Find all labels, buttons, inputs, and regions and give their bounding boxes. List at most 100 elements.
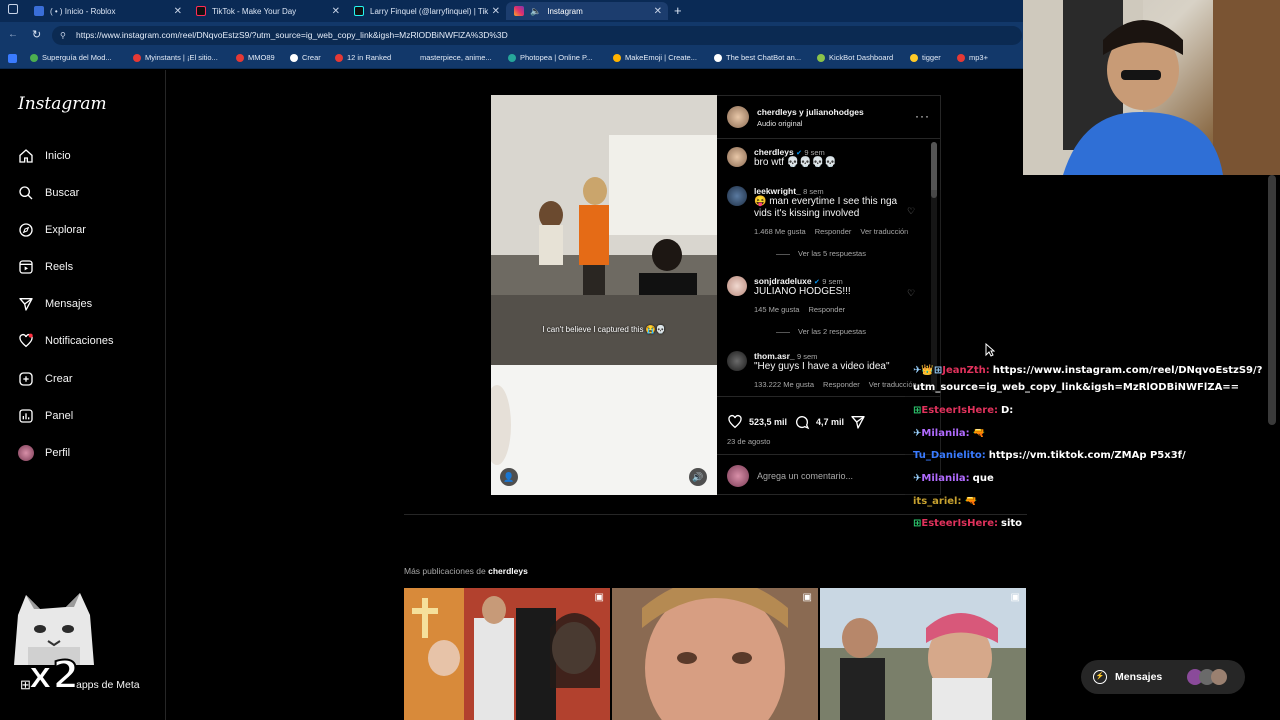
divider (776, 331, 790, 333)
post-authors[interactable]: cherdleys y julianohodges (757, 107, 864, 117)
more-post-thumbnail[interactable]: ▣ (612, 588, 818, 720)
bookmark[interactable]: KickBot Dashboard (817, 53, 893, 62)
bookmark[interactable]: MMO89 (236, 53, 275, 62)
tab-larry[interactable]: Larry Finquel (@larryfinquel) | Tik ✕ (346, 2, 506, 20)
tab-actions-icon[interactable] (8, 4, 18, 14)
comment-username[interactable]: leekwright_ (754, 186, 801, 196)
comment-username[interactable]: thom.asr_ (754, 351, 795, 361)
avatar[interactable] (727, 351, 747, 371)
mute-icon[interactable]: 🔊 (689, 468, 707, 486)
bookmark-favicon-icon (957, 53, 965, 62)
sidebar-item-buscar[interactable]: Buscar (18, 183, 79, 203)
sidebar-item-crear[interactable]: Crear (18, 369, 73, 389)
chat-text: 🔫 (972, 428, 986, 439)
messages-floating-button[interactable]: ⚡ Mensajes (1081, 660, 1245, 694)
reload-icon[interactable]: ↻ (32, 28, 41, 41)
divider (776, 253, 790, 255)
comment-action[interactable]: 4,7 mil (794, 414, 844, 430)
send-icon (19, 298, 33, 311)
comment-username[interactable]: sonjdradeluxe (754, 276, 812, 286)
instagram-logo[interactable]: Instagram (18, 94, 107, 114)
post-date: 23 de agosto (727, 437, 771, 446)
more-post-thumbnail[interactable]: ▣ (404, 588, 610, 720)
bookmark[interactable]: 12 in Ranked (335, 53, 391, 62)
badge-icon: ✈👑⊞ (913, 365, 943, 376)
reels-icon: ▣ (594, 592, 604, 603)
reply-button[interactable]: Responder (815, 227, 852, 236)
back-icon[interactable]: ← (8, 29, 18, 40)
comment-likes[interactable]: 133.222 Me gusta (754, 380, 814, 389)
close-tab-icon[interactable]: ✕ (174, 6, 182, 17)
comment-count: 4,7 mil (816, 417, 845, 427)
bookmark[interactable]: mp3+ (957, 53, 988, 62)
avatar[interactable] (727, 276, 747, 296)
close-tab-icon[interactable]: ✕ (492, 6, 500, 17)
bookmark-label: Photopea | Online P... (520, 53, 593, 62)
bookmark[interactable]: Crear (290, 53, 321, 62)
author-avatar[interactable] (727, 106, 749, 128)
more-post-thumbnail[interactable]: ▣ (820, 588, 1026, 720)
divider (404, 514, 1027, 515)
comment-likes[interactable]: 1.468 Me gusta (754, 227, 806, 236)
chat-username: Tu_Danielito: (913, 450, 986, 461)
bookmark[interactable]: Myinstants | ¡El sitio... (133, 53, 218, 62)
multiplier-badge: x2 (27, 652, 80, 698)
more-posts-username[interactable]: cherdleys (488, 566, 528, 576)
tab-label: Larry Finquel (@larryfinquel) | Tik (370, 6, 489, 16)
translate-button[interactable]: Ver traducción (860, 227, 908, 236)
sidebar-item-perfil[interactable]: Perfil (18, 443, 70, 463)
bookmark-label: Superguía del Mod... (42, 53, 112, 62)
tagged-users-icon[interactable]: 👤 (500, 468, 518, 486)
close-tab-icon[interactable]: ✕ (654, 6, 662, 17)
avatar[interactable] (727, 147, 747, 167)
new-tab-button[interactable]: + (674, 3, 682, 18)
tab-instagram[interactable]: 🔈 Instagram ✕ (506, 2, 668, 20)
reply-button[interactable]: Responder (823, 380, 860, 389)
sidebar-item-notificaciones[interactable]: Notificaciones (18, 331, 113, 351)
comment-username[interactable]: cherdleys (754, 147, 794, 157)
comment-input[interactable]: Agrega un comentario... (757, 471, 853, 481)
bookmark[interactable]: The best ChatBot an... (714, 53, 801, 62)
thumbnail-image (612, 588, 818, 720)
sidebar-item-panel[interactable]: Panel (18, 406, 73, 426)
bookmark[interactable]: Superguía del Mod... (30, 53, 112, 62)
cat-meme-overlay: x2 ⊞ (8, 585, 100, 703)
site-info-icon[interactable]: ⚲ (60, 26, 66, 45)
chat-text: https://vm.tiktok.com/ZMAp P5x3f/ (988, 450, 1186, 461)
verified-badge-icon: ✔ (814, 279, 820, 286)
tab-roblox[interactable]: ( • ) Inicio - Roblox ✕ (26, 2, 188, 20)
apps-icon[interactable] (8, 54, 17, 63)
share-icon[interactable] (850, 414, 866, 430)
sidebar-item-mensajes[interactable]: Mensajes (18, 294, 92, 314)
bookmark-favicon-icon (508, 53, 516, 62)
close-tab-icon[interactable]: ✕ (332, 6, 340, 17)
thumbnail-image (820, 588, 1026, 720)
heart-icon (728, 414, 742, 429)
url-input[interactable]: ⚲ https://www.instagram.com/reel/DNqvoEs… (52, 26, 1022, 45)
reel-caption-overlay: I can't believe I captured this 😭💀 (542, 325, 666, 334)
bookmark[interactable]: masterpiece, anime... (408, 53, 492, 62)
avatar[interactable] (727, 186, 747, 206)
comment: cherdleys ✔ 9 sem bro wtf 💀💀💀💀 (754, 147, 949, 169)
page-scrollbar[interactable] (1268, 175, 1276, 425)
bookmark[interactable]: Photopea | Online P... (508, 53, 592, 62)
sidebar-item-inicio[interactable]: Inicio (18, 146, 71, 166)
audio-label[interactable]: Audio original (757, 119, 802, 128)
like-action[interactable]: 523,5 mil (727, 414, 787, 430)
bookmark-favicon-icon (30, 53, 38, 62)
tab-tiktok[interactable]: TikTok - Make Your Day ✕ (188, 2, 346, 20)
sidebar-item-reels[interactable]: Reels (18, 257, 73, 277)
sidebar-item-explorar[interactable]: Explorar (18, 220, 86, 240)
reels-icon: ▣ (1010, 592, 1020, 603)
bookmark[interactable]: MakeEmoji | Create... (613, 53, 697, 62)
reply-button[interactable]: Responder (808, 305, 845, 314)
view-replies-label: Ver las 2 respuestas (798, 327, 866, 336)
thumbnail-image (404, 588, 610, 720)
bookmark[interactable]: tigger (910, 53, 941, 62)
chat-text: https://www.instagram.com/reel/DNqvoEstz… (992, 365, 1263, 376)
reel-video[interactable]: I can't believe I captured this 😭💀 👤 🔊 (491, 95, 717, 495)
comment-time: 9 sem (797, 352, 818, 361)
comment-likes[interactable]: 145 Me gusta (754, 305, 799, 314)
chat-message: utm_source=ig_web_copy_link&igsh=MzRlODB… (913, 382, 1239, 393)
more-options-icon[interactable]: ··· (915, 109, 930, 123)
